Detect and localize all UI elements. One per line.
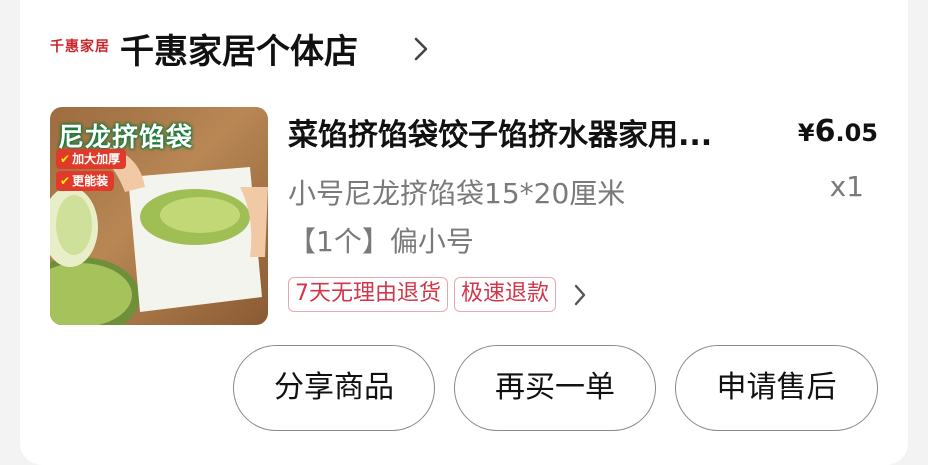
service-tags[interactable]: 7天无理由退货 极速退款: [288, 277, 590, 312]
share-product-button[interactable]: 分享商品: [233, 345, 435, 431]
buy-again-button[interactable]: 再买一单: [454, 345, 656, 431]
after-sale-button[interactable]: 申请售后: [675, 345, 878, 431]
spec-line: 小号尼龙挤馅袋15*20厘米: [288, 177, 626, 210]
price-integer: 6: [814, 114, 836, 149]
product-price: ¥6.05: [798, 114, 878, 149]
shop-logo: 千惠家居: [50, 39, 110, 55]
image-badge: ✔ 加大加厚: [56, 149, 127, 169]
product-title[interactable]: 菜馅挤馅袋饺子馅挤水器家用...: [288, 110, 768, 154]
order-card: 千惠家居 千惠家居个体店 尼龙挤馅袋 ✔ 加大加厚 ✔ 更能装 菜馅挤馅袋饺子馅挤水…: [20, 0, 908, 465]
chevron-right-icon[interactable]: [410, 35, 432, 63]
price-decimal: .05: [835, 119, 878, 147]
tag-fast-refund[interactable]: 极速退款: [454, 277, 557, 312]
chevron-right-icon[interactable]: [570, 282, 590, 308]
tag-return-policy[interactable]: 7天无理由退货: [288, 277, 448, 312]
product-image[interactable]: 尼龙挤馅袋 ✔ 加大加厚 ✔ 更能装: [50, 107, 268, 325]
shop-name-link[interactable]: 千惠家居个体店: [120, 24, 358, 73]
image-badge: ✔ 更能装: [56, 171, 115, 191]
price-currency: ¥: [797, 119, 815, 147]
product-spec: 小号尼龙挤馅袋15*20厘米 【1个】偏小号: [288, 170, 728, 266]
spec-line: 【1个】偏小号: [288, 225, 474, 258]
product-quantity: x1: [829, 170, 864, 203]
